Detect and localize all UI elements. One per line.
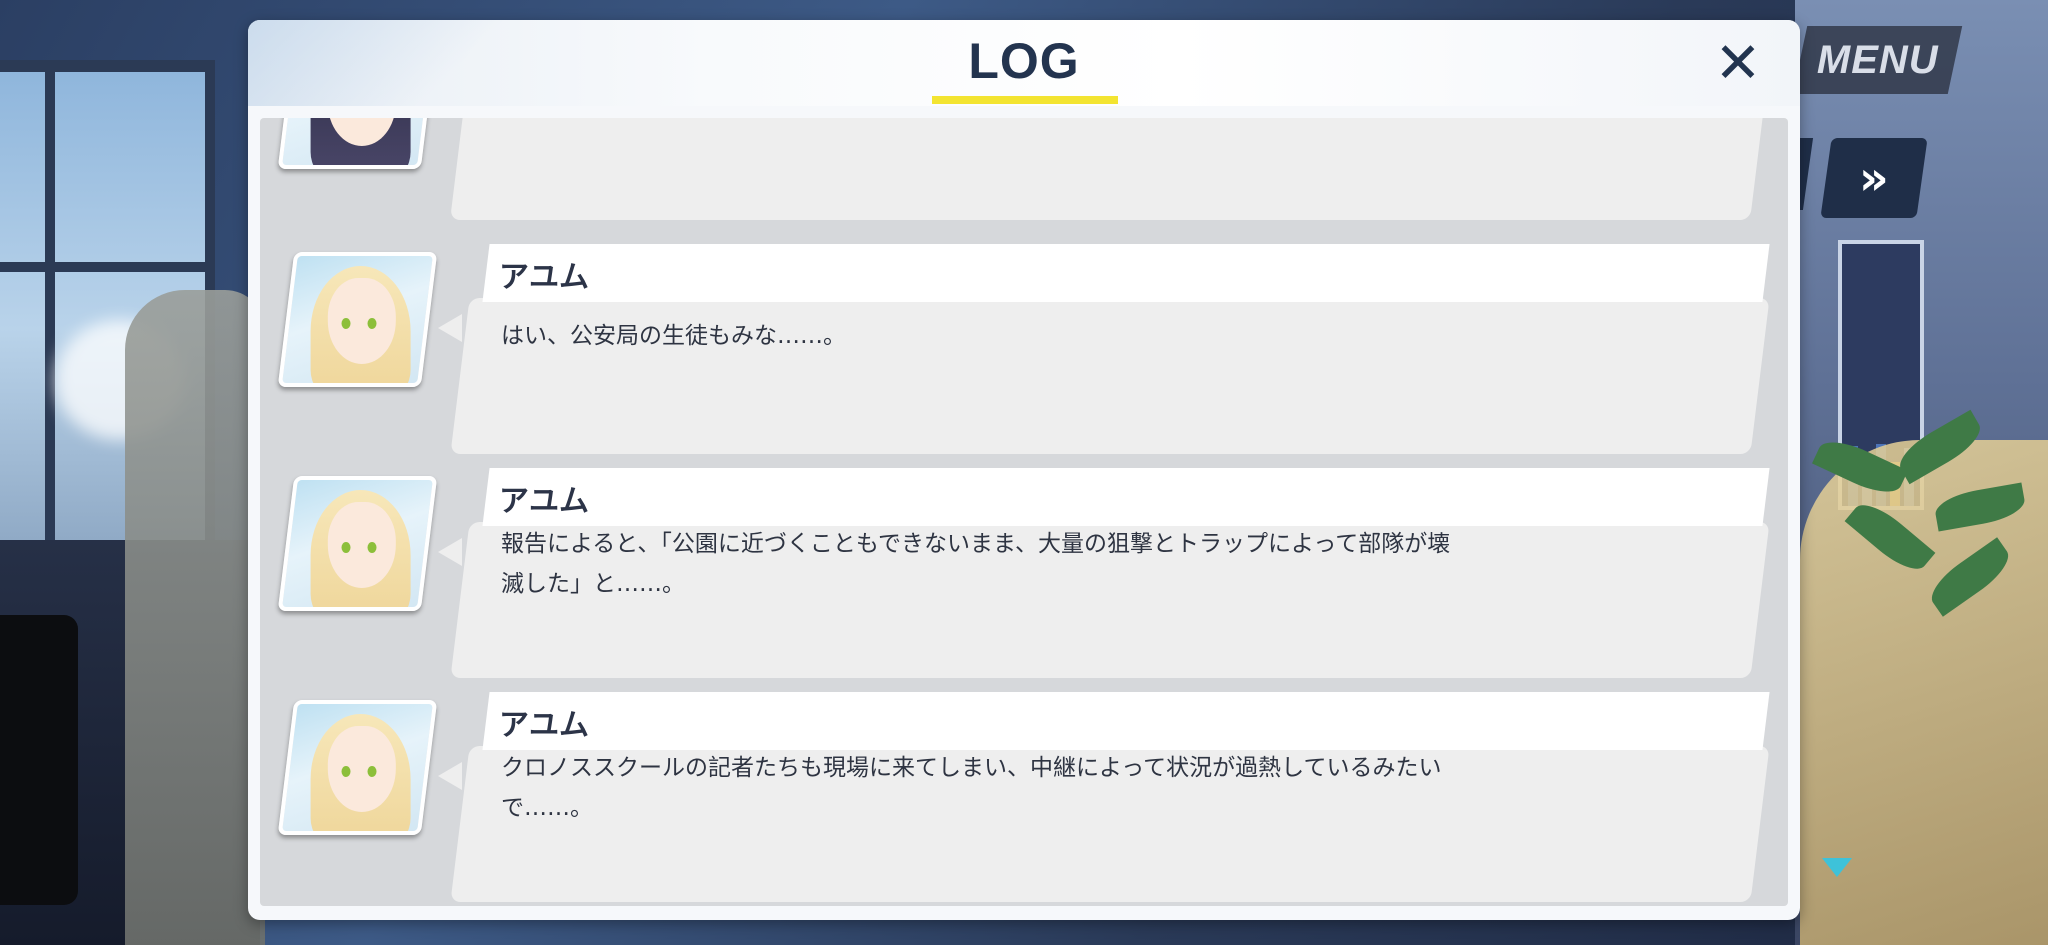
log-list[interactable]: アユム はい、公安局の生徒もみな……。 アユム 報告によると、「公園に近づくこと…: [260, 118, 1788, 906]
bubble-tail: [438, 314, 462, 342]
scroll-down-arrow-icon[interactable]: [1822, 858, 1852, 877]
speaker-name-bar: [482, 244, 1770, 302]
speaker-name-bar: [482, 692, 1770, 750]
message-text: 報告によると、「公園に近づくこともできないまま、大量の狙撃とトラップによって部隊…: [501, 531, 1451, 597]
log-title: LOG: [968, 33, 1080, 89]
speaker-name: アユム: [499, 260, 589, 295]
log-header: LOG ✕: [248, 20, 1800, 106]
fast-forward-button[interactable]: »: [1820, 138, 1928, 218]
background-plant: [1805, 409, 2045, 670]
message-bubble: [450, 118, 1770, 220]
speaker-name: アユム: [499, 484, 589, 519]
log-modal: LOG ✕ アユム はい、公安局の生徒もみな……。 アユム 報告によると、「公園…: [248, 20, 1800, 920]
message-text: はい、公安局の生徒もみな……。: [501, 323, 846, 349]
bubble-tail: [438, 538, 462, 566]
window-frame: [45, 72, 55, 540]
speaker-portrait: [277, 118, 438, 169]
background-character: [125, 290, 265, 945]
background-panel: [0, 615, 78, 905]
speaker-name: アユム: [499, 708, 589, 743]
fast-forward-icon: »: [1859, 151, 1877, 205]
close-button[interactable]: ✕: [1708, 34, 1768, 94]
bubble-tail: [438, 762, 462, 790]
title-underline: [932, 96, 1118, 104]
menu-button-label: MENU: [1816, 37, 1939, 82]
speaker-portrait: [277, 476, 438, 611]
menu-button[interactable]: MENU: [1792, 26, 1963, 94]
message-text: クロノススクールの記者たちも現場に来てしまい、中継によって状況が過熱しているみた…: [501, 755, 1442, 821]
speaker-portrait: [277, 252, 438, 387]
speaker-portrait: [277, 700, 438, 835]
window-frame: [0, 262, 205, 272]
speaker-name-bar: [482, 468, 1770, 526]
